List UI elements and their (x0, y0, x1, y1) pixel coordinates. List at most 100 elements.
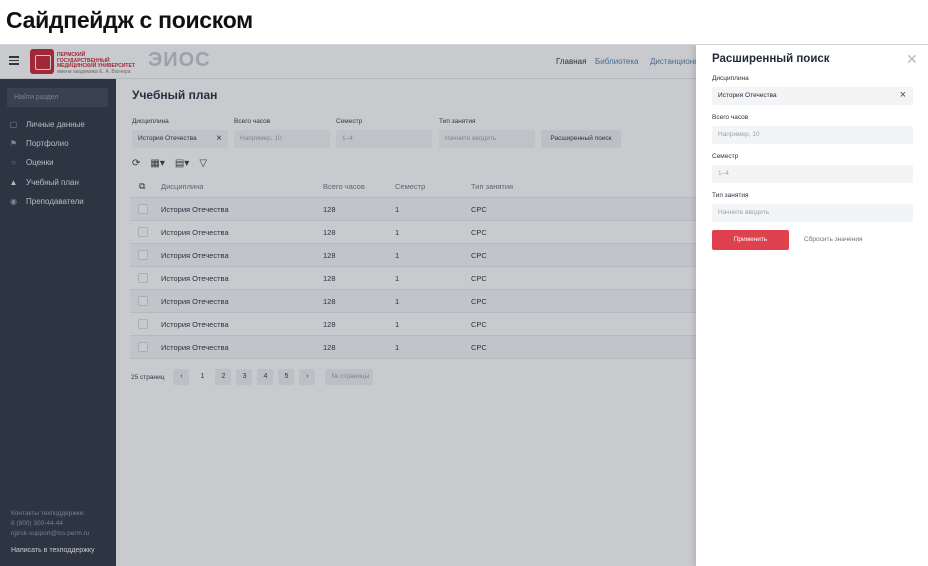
table-cell: 128 (323, 205, 336, 214)
table-row[interactable]: История Отечества 128 1 СРС (130, 313, 696, 336)
sidebar-item-teachers[interactable]: ◉ Преподаватели (9, 197, 84, 206)
calendar-icon: ▢ (9, 119, 18, 129)
table-cell: 1 (395, 274, 400, 283)
nav-link-library[interactable]: Библиотека (595, 57, 639, 66)
columns-icon[interactable]: ▦▾ (150, 158, 164, 169)
table-cell: 128 (323, 297, 336, 306)
page-button[interactable]: 3 (236, 369, 253, 385)
support-email: rgirsk-support@ics.perm.ru (11, 530, 90, 537)
type-field[interactable]: Начните вводить (439, 130, 535, 148)
drawer-type-field[interactable]: Начните вводить (712, 204, 913, 222)
table-cell: История Отечества (161, 297, 229, 306)
page-button[interactable]: 1 (194, 369, 211, 385)
row-checkbox[interactable] (138, 273, 148, 283)
table-cell: СРС (471, 228, 487, 237)
table-cell: 1 (395, 343, 400, 352)
page-button[interactable]: 5 (278, 369, 295, 385)
table-cell: История Отечества (161, 228, 229, 237)
sidebar: Найти раздел ▢ Личные данные ⚑ Портфолио… (0, 79, 116, 566)
export-icon[interactable]: ▤▾ (175, 158, 189, 169)
advanced-search-button[interactable]: Расширенный поиск (541, 130, 621, 148)
table-row[interactable]: История Отечества 128 1 СРС (130, 198, 696, 221)
sidebar-item-personal[interactable]: ▢ Личные данные (9, 120, 85, 129)
table-cell: 128 (323, 251, 336, 260)
filter-icon[interactable]: ▽ (199, 158, 207, 169)
menu-icon[interactable] (9, 56, 19, 65)
support-link[interactable]: Написать в техподдержку (11, 547, 95, 554)
column-header[interactable]: Всего часов (323, 182, 365, 191)
table-cell: 1 (395, 205, 400, 214)
column-header[interactable]: Тип занятия (471, 182, 513, 191)
app-name: ЭИОС (148, 49, 211, 71)
page-count: 25 страниц (131, 373, 165, 381)
nav-link-distance[interactable]: Дистанционн (650, 57, 699, 66)
row-checkbox[interactable] (138, 227, 148, 237)
table-row[interactable]: История Отечества 128 1 СРС (130, 221, 696, 244)
table-cell: История Отечества (161, 343, 229, 352)
page-button[interactable]: 4 (257, 369, 274, 385)
table-row[interactable]: История Отечества 128 1 СРС (130, 244, 696, 267)
row-checkbox[interactable] (138, 204, 148, 214)
sidebar-item-label: Преподаватели (26, 197, 84, 206)
sidebar-item-grades[interactable]: ○ Оценки (9, 157, 54, 167)
study-plan-table: ⧉ Дисциплина Всего часов Семестр Тип зан… (130, 175, 696, 359)
table-cell: СРС (471, 205, 487, 214)
nav-link-home[interactable]: Главная (556, 57, 586, 66)
next-page-button[interactable]: › (299, 369, 316, 385)
support-title: Контакты техподдержки: (11, 510, 85, 517)
column-header[interactable]: Дисциплина (161, 182, 203, 191)
clear-icon[interactable]: × (900, 89, 906, 101)
drawer-hours-field[interactable]: Например, 10 (712, 126, 913, 144)
section-title: Учебный план (132, 88, 218, 102)
close-icon[interactable]: ✕ (906, 52, 918, 66)
drawer-discipline-field[interactable]: История Отечества × (712, 87, 913, 105)
page-title: Сайдпейдж с поиском (6, 7, 253, 33)
table-cell: История Отечества (161, 251, 229, 260)
table-row[interactable]: История Отечества 128 1 СРС (130, 267, 696, 290)
table-cell: 1 (395, 228, 400, 237)
advanced-search-drawer: Расширенный поиск ✕ Дисциплина История О… (696, 45, 928, 566)
semester-label: Семестр (336, 118, 363, 125)
discipline-field[interactable]: История Отечества × (132, 130, 228, 148)
table-row[interactable]: История Отечества 128 1 СРС (130, 336, 696, 359)
reset-button[interactable]: Сбросить значения (804, 236, 862, 243)
table-cell: СРС (471, 297, 487, 306)
row-checkbox[interactable] (138, 250, 148, 260)
table-cell: История Отечества (161, 205, 229, 214)
table-cell: СРС (471, 251, 487, 260)
sidebar-item-portfolio[interactable]: ⚑ Портфолио (9, 139, 69, 148)
sidebar-search-input[interactable]: Найти раздел (7, 88, 108, 107)
table-cell: 128 (323, 320, 336, 329)
table-cell: 128 (323, 274, 336, 283)
university-logo[interactable] (30, 49, 54, 74)
apply-button[interactable]: Применить (712, 230, 789, 250)
sidebar-item-label: Оценки (26, 158, 54, 167)
sidebar-item-label: Учебный план (26, 178, 79, 187)
sidebar-item-study-plan[interactable]: ▲ Учебный план (9, 178, 79, 187)
type-label: Тип занятия (439, 118, 476, 125)
support-contacts: Контакты техподдержки: 8 (800) 300-44-44… (11, 509, 89, 539)
drawer-type-label: Тип занятия (712, 192, 749, 199)
table-cell: 1 (395, 320, 400, 329)
clear-icon[interactable]: × (216, 133, 222, 144)
table-cell: История Отечества (161, 320, 229, 329)
prev-page-button[interactable]: ‹ (173, 369, 190, 385)
drawer-semester-field[interactable]: 1–4 (712, 165, 913, 183)
page-button[interactable]: 2 (215, 369, 232, 385)
chat-icon: ○ (11, 157, 16, 167)
hours-field[interactable]: Например, 10 (234, 130, 330, 148)
select-all-icon[interactable]: ⧉ (139, 181, 145, 192)
column-header[interactable]: Семестр (395, 182, 425, 191)
table-row[interactable]: История Отечества 128 1 СРС (130, 290, 696, 313)
page-number-input[interactable]: № страницы (325, 369, 374, 385)
table-cell: 1 (395, 297, 400, 306)
semester-field[interactable]: 1–4 (336, 130, 432, 148)
pagination: 25 страниц ‹ 1 2 3 4 5 › № страницы (131, 369, 374, 385)
row-checkbox[interactable] (138, 296, 148, 306)
table-cell: СРС (471, 320, 487, 329)
refresh-icon[interactable]: ⟳ (132, 158, 140, 169)
drawer-discipline-value: История Отечества (718, 92, 777, 99)
hours-label: Всего часов (234, 118, 271, 125)
row-checkbox[interactable] (138, 342, 148, 352)
row-checkbox[interactable] (138, 319, 148, 329)
